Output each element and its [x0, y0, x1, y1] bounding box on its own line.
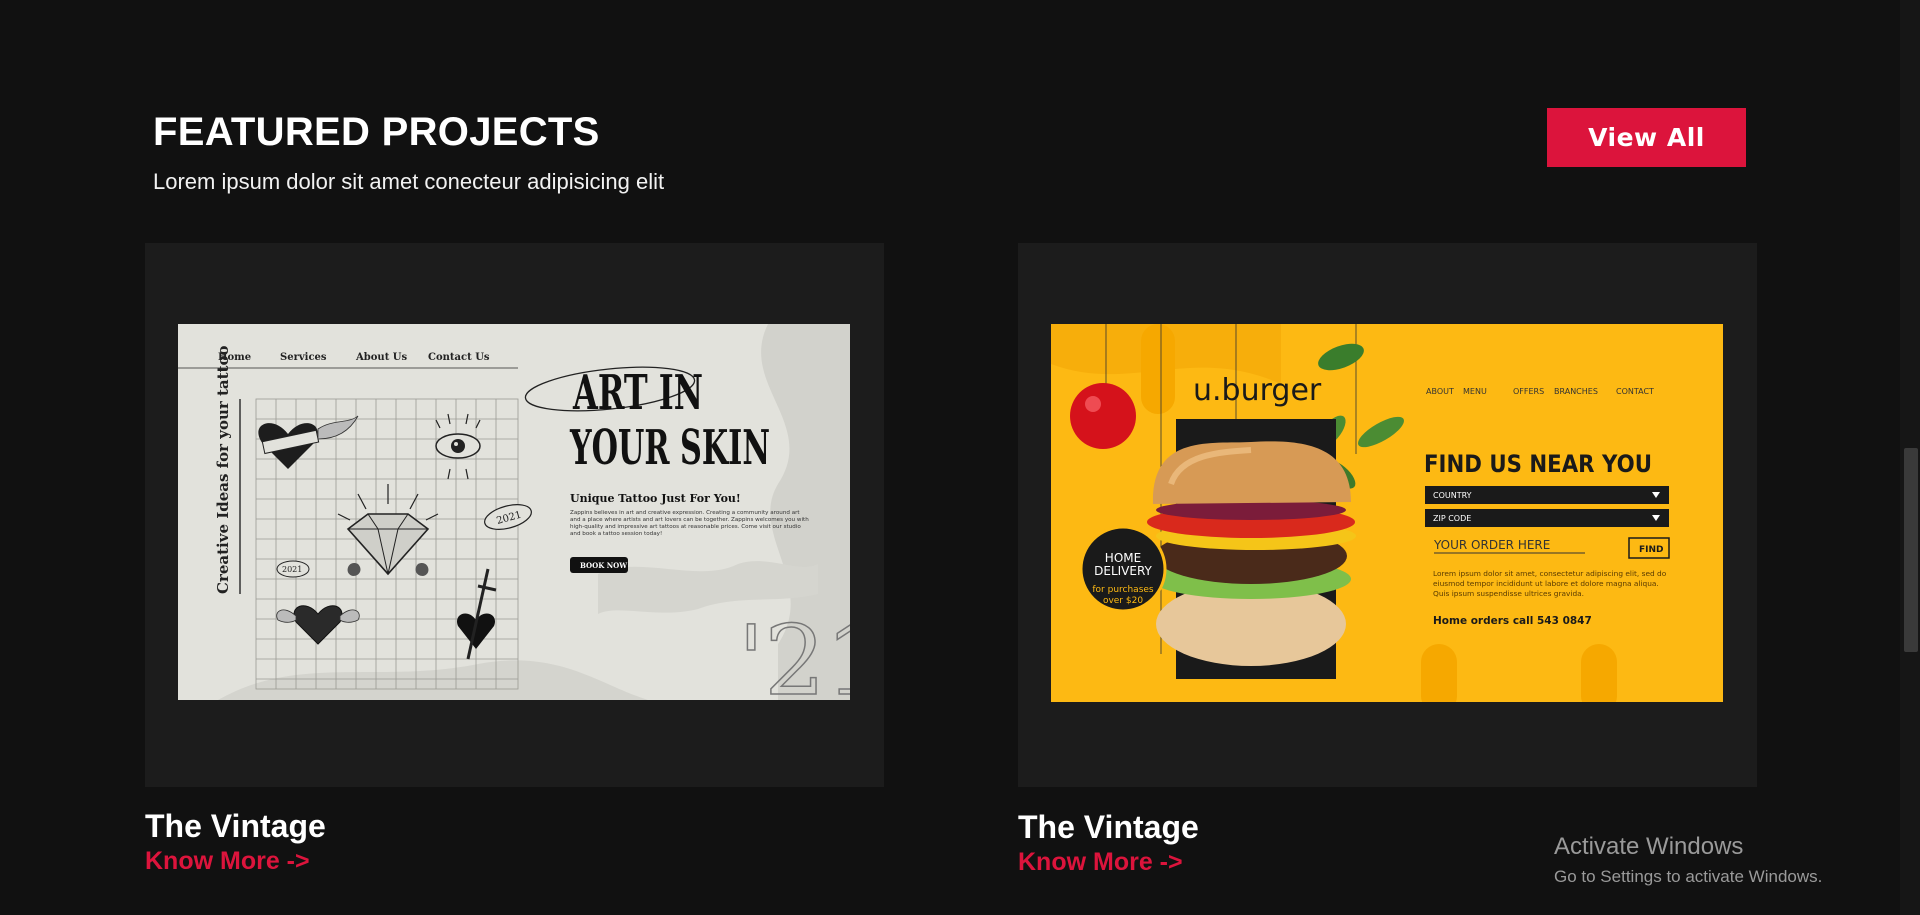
activate-windows-watermark: Activate Windows Go to Settings to activ… [1554, 833, 1822, 887]
burger-nav-offers[interactable]: OFFERS [1513, 387, 1544, 396]
burger-body: Lorem ipsum dolor sit amet, consectetur … [1433, 569, 1667, 598]
burger-badge-purchases: for purchases [1092, 585, 1154, 595]
burger-badge-delivery: DELIVERY [1094, 564, 1152, 578]
burger-order-input[interactable]: YOUR ORDER HERE [1433, 538, 1550, 552]
project-card-2[interactable]: HOME DELIVERY for purchases over $20 u.b… [1018, 243, 1757, 876]
view-all-button[interactable]: View All [1547, 108, 1746, 167]
burger-nav-menu[interactable]: MENU [1463, 387, 1487, 396]
scrollbar[interactable] [1900, 0, 1920, 915]
burger-badge-home: HOME [1105, 551, 1141, 565]
project-title-1: The Vintage [145, 808, 326, 844]
burger-phone: Home orders call 543 0847 [1433, 615, 1592, 627]
burger-logo: u.burger [1193, 373, 1322, 408]
tattoo-body: Zappins believes in art and creative exp… [570, 510, 809, 537]
tattoo-nav-4: Contact Us [428, 352, 490, 363]
burger-country-label: COUNTRY [1433, 491, 1472, 500]
burger-zip-label: ZIP CODE [1433, 514, 1471, 523]
burger-nav-branches[interactable]: BRANCHES [1554, 387, 1598, 396]
tattoo-nav-2: Services [280, 352, 327, 363]
tattoo-badge-2021-small: 2021 [282, 565, 302, 574]
know-more-link-1[interactable]: Know More -> [145, 847, 310, 876]
tattoo-side-text: Creative Ideas for your tattoo [214, 346, 232, 595]
burger-nav-about[interactable]: ABOUT [1426, 387, 1454, 396]
project-title-2: The Vintage [1018, 809, 1199, 845]
project-card-1[interactable]: Home Services About Us Contact Us Creati… [145, 243, 884, 875]
project-preview-burger[interactable]: HOME DELIVERY for purchases over $20 u.b… [1051, 324, 1723, 702]
burger-nav-contact[interactable]: CONTACT [1616, 387, 1654, 396]
burger-find-label: FIND [1639, 545, 1664, 555]
burger-headline: FIND US NEAR YOU [1424, 450, 1652, 478]
tattoo-headline-1: ART IN [572, 365, 703, 421]
burger-badge-over: over $20 [1103, 596, 1143, 606]
activate-windows-hint: Go to Settings to activate Windows. [1554, 867, 1823, 886]
scrollbar-thumb[interactable] [1904, 448, 1918, 652]
know-more-link-2[interactable]: Know More -> [1018, 848, 1183, 877]
section-subtitle: Lorem ipsum dolor sit amet conecteur adi… [153, 169, 665, 194]
tattoo-nav-3: About Us [355, 352, 408, 363]
section-title: FEATURED PROJECTS [153, 110, 600, 154]
tattoo-book-label: BOOK NOW [580, 561, 627, 570]
tattoo-tagline: Unique Tattoo Just For You! [570, 492, 741, 505]
project-preview-tattoo[interactable]: Home Services About Us Contact Us Creati… [178, 324, 850, 700]
tattoo-big-year: '21 [738, 605, 850, 700]
activate-windows-title: Activate Windows [1554, 833, 1744, 860]
tattoo-headline-2: YOUR SKIN [569, 420, 770, 476]
